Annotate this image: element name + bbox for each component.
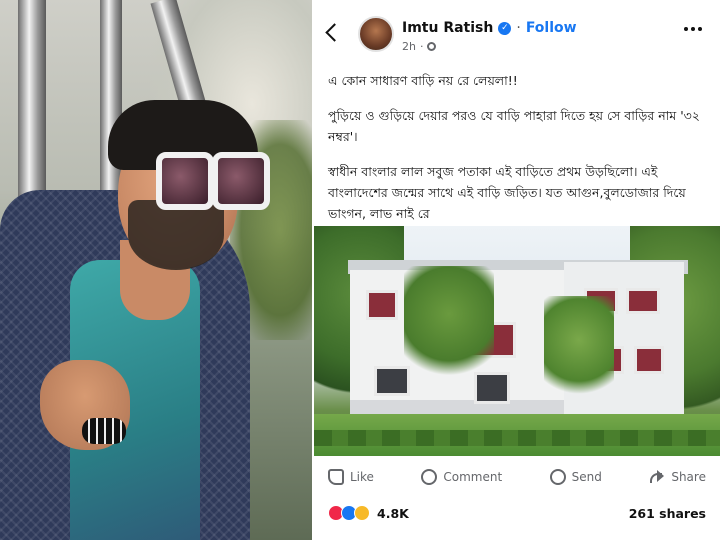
share-count[interactable]: 261 shares bbox=[629, 506, 706, 521]
post-time[interactable]: 2h bbox=[402, 40, 416, 53]
window bbox=[634, 346, 664, 374]
window bbox=[626, 288, 660, 314]
author-avatar[interactable] bbox=[358, 16, 394, 52]
share-button[interactable]: Share bbox=[649, 469, 706, 485]
like-label: Like bbox=[350, 470, 374, 484]
verified-badge-icon: ✓ bbox=[498, 21, 512, 35]
separator: · bbox=[516, 20, 521, 36]
beard bbox=[128, 200, 224, 270]
send-button[interactable]: Send bbox=[549, 469, 602, 485]
person bbox=[0, 0, 312, 540]
comment-button[interactable]: Comment bbox=[421, 469, 502, 485]
post-text: এ কোন সাধারণ বাড়ি নয় রে লেয়লা!! পুড়ি… bbox=[328, 70, 712, 238]
lens bbox=[156, 152, 214, 210]
comment-icon bbox=[421, 469, 438, 485]
lens bbox=[212, 152, 270, 210]
messenger-icon bbox=[549, 469, 566, 485]
post-paragraph: স্বাধীন বাংলার লাল সবুজ পতাকা এই বাড়িতে… bbox=[328, 164, 686, 221]
post-meta: 2h · bbox=[402, 40, 437, 53]
author-row: Imtu Ratish ✓ · Follow bbox=[402, 20, 577, 36]
more-options-icon[interactable] bbox=[684, 27, 702, 31]
action-bar: Like Comment Send Share bbox=[314, 462, 720, 492]
post-image[interactable] bbox=[314, 226, 720, 456]
post-paragraph: এ কোন সাধারণ বাড়ি নয় রে লেয়লা!! bbox=[328, 73, 518, 88]
post-paragraph: পুড়িয়ে ও গুড়িয়ে দেয়ার পরও যে বাড়ি … bbox=[328, 108, 700, 144]
sunglasses bbox=[156, 148, 272, 210]
privacy-icon bbox=[427, 42, 437, 51]
facebook-post: Imtu Ratish ✓ · Follow 2h · এ কোন সাধারণ… bbox=[314, 0, 720, 540]
comment-label: Comment bbox=[443, 470, 503, 484]
share-label: Share bbox=[671, 470, 706, 484]
post-stats: 4.8K 261 shares bbox=[314, 498, 720, 528]
hedge bbox=[314, 430, 720, 446]
like-button[interactable]: Like bbox=[328, 469, 374, 485]
bracelet bbox=[82, 418, 126, 444]
like-icon bbox=[328, 469, 344, 485]
back-arrow-icon[interactable] bbox=[325, 23, 344, 42]
author-name[interactable]: Imtu Ratish bbox=[402, 20, 493, 36]
haha-reaction-icon bbox=[354, 505, 370, 521]
reaction-count: 4.8K bbox=[377, 505, 409, 521]
send-label: Send bbox=[571, 470, 602, 484]
post-header: Imtu Ratish ✓ · Follow 2h · bbox=[314, 0, 720, 62]
share-icon bbox=[649, 469, 665, 485]
follow-button[interactable]: Follow bbox=[526, 20, 577, 36]
reactions-summary[interactable]: 4.8K bbox=[328, 505, 409, 521]
profile-photo bbox=[0, 0, 312, 540]
window bbox=[366, 290, 398, 320]
tree bbox=[544, 296, 614, 406]
separator: · bbox=[419, 40, 424, 53]
tree bbox=[404, 266, 494, 386]
